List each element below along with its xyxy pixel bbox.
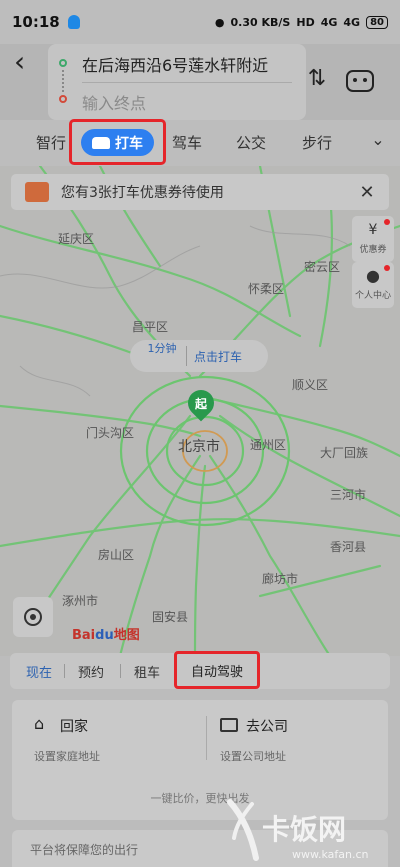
close-icon[interactable]: ✕ bbox=[359, 182, 375, 203]
coupon-text: 您有3张打车优惠券待使用 bbox=[61, 185, 224, 201]
end-dot-icon bbox=[59, 95, 67, 103]
profile-badge-dot bbox=[384, 265, 390, 271]
profile-side-button[interactable]: ● 个人中心 bbox=[352, 262, 394, 308]
map-label-miyun: 密云区 bbox=[304, 260, 341, 274]
coupon-badge-dot bbox=[384, 219, 390, 225]
taxi-eta-bubble[interactable]: 1分钟 点击打车 bbox=[130, 340, 268, 372]
safety-text: 平台将保障您的出行 bbox=[30, 843, 139, 857]
map-label-dachang: 大厂回族 bbox=[320, 446, 369, 460]
map-view[interactable]: 延庆区 怀柔区 密云区 昌平区 顺义区 门头沟区 北京市 通州区 大厂回族 三河… bbox=[0, 166, 400, 656]
start-location-field[interactable]: 在后海西沿6号莲水轩附近 bbox=[82, 52, 268, 76]
end-location-input[interactable]: 输入终点 bbox=[82, 90, 146, 114]
map-label-guan: 固安县 bbox=[152, 610, 189, 624]
map-label-sanhe: 三河市 bbox=[330, 488, 367, 502]
route-divider bbox=[82, 82, 292, 83]
map-label-fangshan: 房山区 bbox=[98, 548, 135, 562]
coupon-side-button[interactable]: ¥ 优惠券 bbox=[352, 216, 394, 262]
shortcut-card: ⌂ 回家 设置家庭地址 去公司 设置公司地址 一键比价，更快出发 bbox=[12, 700, 388, 820]
start-pin-icon: 起 bbox=[182, 384, 220, 422]
back-icon[interactable]: ‹ bbox=[14, 48, 38, 76]
locate-button[interactable] bbox=[13, 597, 53, 637]
tab-taxi[interactable]: 打车 bbox=[81, 129, 154, 156]
profile-side-label: 个人中心 bbox=[354, 291, 391, 301]
map-label-tongzhou: 通州区 bbox=[250, 438, 287, 452]
ticket-icon bbox=[25, 182, 49, 202]
home-subtitle: 设置家庭地址 bbox=[34, 750, 100, 763]
price-compare-hint[interactable]: 一键比价，更快出发 bbox=[12, 790, 388, 806]
start-dot-icon bbox=[59, 59, 67, 67]
coupon-banner[interactable]: 您有3张打车优惠券待使用 ✕ bbox=[11, 174, 389, 210]
signal-4g-2: 4G bbox=[343, 15, 361, 29]
hd-badge: HD bbox=[296, 15, 315, 29]
office-title: 去公司 bbox=[246, 719, 288, 735]
status-time: 10:18 bbox=[12, 13, 60, 31]
watermark-logo-icon bbox=[227, 799, 259, 861]
map-label-langfang: 廊坊市 bbox=[262, 572, 299, 586]
tab-walk[interactable]: 步行 bbox=[302, 132, 332, 153]
subtab-separator bbox=[120, 664, 121, 678]
subtab-reserve[interactable]: 预约 bbox=[78, 662, 104, 681]
mic-icon: ● bbox=[214, 15, 225, 29]
subtab-autonomous-driving[interactable]: 自动驾驶 bbox=[174, 651, 260, 689]
subtab-separator bbox=[64, 664, 65, 678]
route-input-card: 在后海西沿6号莲水轩附近 输入终点 bbox=[48, 44, 306, 120]
tab-smart[interactable]: 智行 bbox=[36, 132, 66, 153]
battery-icon: 80 bbox=[366, 15, 388, 29]
subtab-now[interactable]: 现在 bbox=[26, 662, 52, 681]
locate-icon bbox=[24, 608, 42, 626]
map-label-changping: 昌平区 bbox=[132, 320, 169, 334]
qq-icon bbox=[67, 15, 80, 29]
net-speed: 0.30 KB/S bbox=[230, 15, 291, 29]
route-dotted-line bbox=[62, 70, 64, 92]
swap-route-icon[interactable]: ⇅ bbox=[306, 66, 328, 94]
call-taxi-link[interactable]: 点击打车 bbox=[194, 348, 242, 365]
baidu-map-logo: Baidu地图 bbox=[72, 628, 140, 643]
taxi-icon bbox=[92, 136, 110, 149]
coupon-side-label: 优惠券 bbox=[359, 245, 387, 255]
assistant-robot-icon[interactable] bbox=[346, 70, 374, 92]
office-shortcut[interactable]: 去公司 设置公司地址 bbox=[220, 716, 288, 764]
status-bar: 10:18 ● 0.30 KB/S HD 4G 4G 80 bbox=[0, 0, 400, 44]
watermark-url: www.kafan.cn bbox=[292, 848, 369, 861]
map-label-shunyi: 顺义区 bbox=[292, 378, 329, 392]
map-label-mentougou: 门头沟区 bbox=[86, 426, 135, 440]
signal-4g-1: 4G bbox=[320, 15, 338, 29]
map-label-zhuozhou: 涿州市 bbox=[62, 594, 99, 608]
shortcut-separator bbox=[206, 716, 207, 760]
map-label-xianghe: 香河县 bbox=[330, 540, 367, 554]
chevron-down-icon[interactable]: ⌄ bbox=[366, 130, 390, 150]
tab-drive[interactable]: 驾车 bbox=[172, 132, 202, 153]
user-icon: ● bbox=[366, 266, 380, 285]
map-label-yanqing: 延庆区 bbox=[58, 232, 95, 246]
watermark-brand: 卡饭网 bbox=[262, 813, 347, 846]
briefcase-icon bbox=[220, 718, 238, 732]
tab-bus[interactable]: 公交 bbox=[236, 132, 266, 153]
tab-taxi-label: 打车 bbox=[115, 135, 143, 152]
office-subtitle: 设置公司地址 bbox=[220, 750, 286, 763]
tab-taxi-highlight[interactable]: 打车 bbox=[69, 119, 166, 165]
map-label-beijing: 北京市 bbox=[178, 439, 220, 455]
home-shortcut[interactable]: ⌂ 回家 设置家庭地址 bbox=[34, 716, 100, 764]
taxi-eta: 1分钟 bbox=[147, 342, 177, 355]
map-label-huairou: 怀柔区 bbox=[248, 282, 285, 296]
travel-mode-tabs: 智行 驾车 公交 步行 bbox=[0, 120, 400, 166]
home-title: 回家 bbox=[60, 719, 88, 735]
coupon-icon: ¥ bbox=[368, 222, 378, 238]
home-icon: ⌂ bbox=[34, 714, 45, 733]
subtab-rental[interactable]: 租车 bbox=[134, 662, 160, 681]
status-icons: ● 0.30 KB/S HD 4G 4G 80 bbox=[214, 15, 388, 29]
start-pin-label: 起 bbox=[194, 396, 207, 411]
bubble-separator bbox=[186, 346, 187, 366]
